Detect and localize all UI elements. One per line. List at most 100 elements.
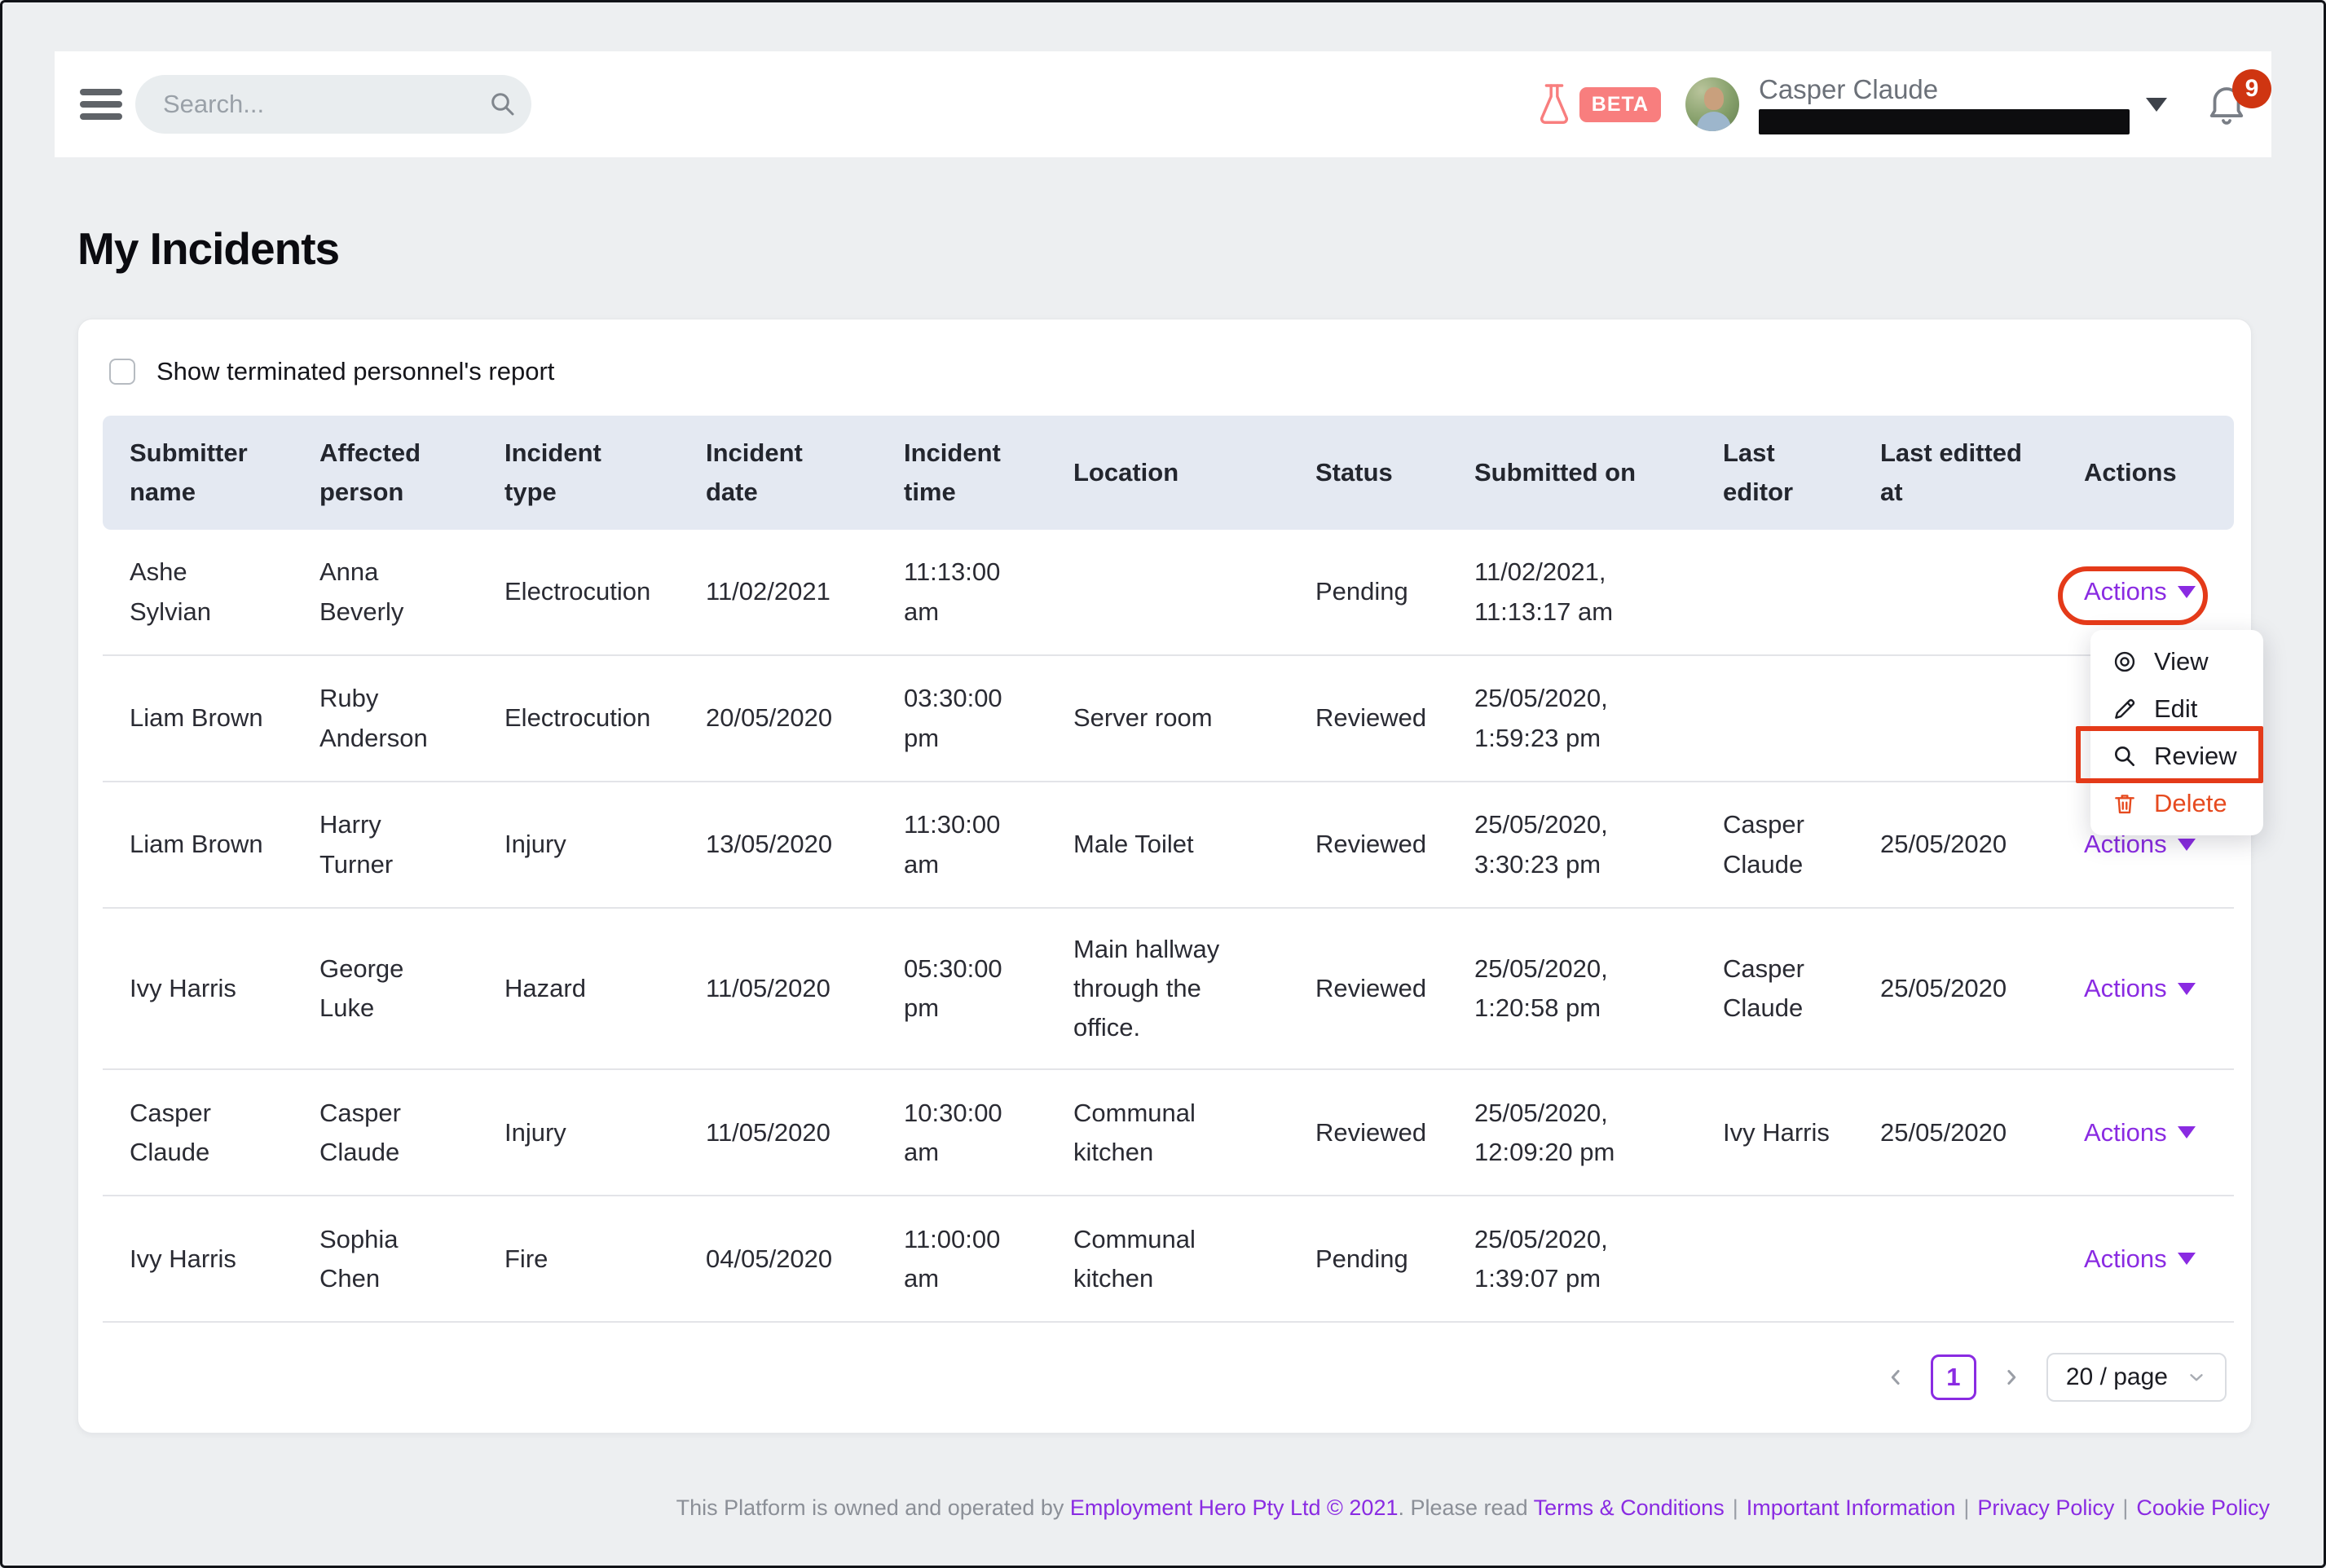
magnifier-icon <box>2112 743 2138 769</box>
row-actions-button[interactable]: Actions <box>2084 1240 2196 1279</box>
cell-actions: Actions <box>2084 948 2207 1029</box>
table-header-row: Submitter nameAffected personIncident ty… <box>103 416 2234 530</box>
menu-item-review[interactable]: Review <box>2090 733 2263 780</box>
cell-submitter-name: Ivy Harris <box>130 1218 319 1300</box>
cell-location: Male Toilet <box>1073 804 1315 885</box>
column-header-location: Location <box>1073 453 1315 492</box>
cell-submitted-on: 25/05/2020, 1:59:23 pm <box>1474 658 1723 778</box>
footer-company-link[interactable]: Employment Hero Pty Ltd © 2021 <box>1070 1495 1399 1520</box>
cell-location: Server room <box>1073 677 1315 759</box>
incidents-table: Submitter nameAffected personIncident ty… <box>103 416 2234 1323</box>
column-header-incident-type: Incident type <box>504 434 706 512</box>
notifications-button[interactable]: 9 <box>2205 81 2249 128</box>
menu-item-edit[interactable]: Edit <box>2090 685 2263 733</box>
cell-location: Main hallway through the office. <box>1073 909 1315 1068</box>
cell-submitter-name: Liam Brown <box>130 677 319 759</box>
search-input[interactable] <box>163 90 488 119</box>
page-footer: This Platform is owned and operated by E… <box>676 1495 2270 1521</box>
cell-last-edited-at: 25/05/2020 <box>1880 948 2084 1029</box>
column-header-incident-time: Incident time <box>904 434 1073 512</box>
cell-last-edited-at <box>1880 698 2084 740</box>
table-row: Ashe SylvianAnna BeverlyElectrocution11/… <box>103 530 2234 656</box>
cell-incident-date: 20/05/2020 <box>706 677 904 759</box>
show-terminated-checkbox[interactable] <box>109 359 135 385</box>
cell-incident-date: 11/02/2021 <box>706 551 904 632</box>
menu-item-delete[interactable]: Delete <box>2090 780 2263 827</box>
cell-incident-date: 11/05/2020 <box>706 948 904 1029</box>
cell-status: Reviewed <box>1315 1092 1474 1174</box>
cell-location: Communal kitchen <box>1073 1199 1315 1319</box>
cell-last-editor <box>1723 571 1880 614</box>
footer-link-privacy-policy[interactable]: Privacy Policy <box>1977 1495 2114 1520</box>
cell-submitter-name: Liam Brown <box>130 804 319 885</box>
table-row: Ivy HarrisSophia ChenFire04/05/202011:00… <box>103 1196 2234 1323</box>
show-terminated-label: Show terminated personnel's report <box>156 357 554 386</box>
cell-actions: Actions <box>2084 1092 2207 1174</box>
footer-link-cookie-policy[interactable]: Cookie Policy <box>2136 1495 2270 1520</box>
cell-incident-type: Electrocution <box>504 551 706 632</box>
column-header-last-edited-at: Last editted at <box>1880 434 2084 512</box>
cell-affected-person: Casper Claude <box>319 1072 504 1193</box>
eye-icon <box>2112 649 2138 675</box>
row-actions-button[interactable]: Actions <box>2084 572 2196 611</box>
chevron-down-icon <box>2186 1367 2207 1388</box>
cell-incident-time: 11:00:00 am <box>904 1199 1073 1319</box>
cell-incident-date: 11/05/2020 <box>706 1092 904 1174</box>
pagination: 1 20 / page <box>1883 1353 2227 1402</box>
footer-link-terms[interactable]: Terms & Conditions <box>1534 1495 1725 1520</box>
page-size-select[interactable]: 20 / page <box>2046 1353 2227 1402</box>
user-block: Casper Claude <box>1759 74 2130 134</box>
caret-down-icon <box>2178 839 2196 851</box>
cell-incident-type: Injury <box>504 1092 706 1174</box>
cell-last-editor: Casper Claude <box>1723 928 1880 1049</box>
column-header-status: Status <box>1315 453 1474 492</box>
beta-flask-icon[interactable] <box>1535 81 1573 128</box>
row-actions-button[interactable]: Actions <box>2084 969 2196 1008</box>
cell-affected-person: Ruby Anderson <box>319 658 504 778</box>
user-name: Casper Claude <box>1759 74 2130 105</box>
cell-incident-date: 13/05/2020 <box>706 804 904 885</box>
previous-page-button[interactable] <box>1883 1365 1908 1390</box>
column-header-incident-date: Incident date <box>706 434 904 512</box>
column-header-affected-person: Affected person <box>319 434 504 512</box>
trash-icon <box>2112 791 2138 817</box>
next-page-button[interactable] <box>1999 1365 2024 1390</box>
cell-incident-type: Hazard <box>504 948 706 1029</box>
menu-item-view[interactable]: View <box>2090 638 2263 685</box>
redacted-text-bar <box>1759 109 2130 134</box>
search-icon[interactable] <box>488 90 518 119</box>
footer-text: This Platform is owned and operated by <box>676 1495 1070 1520</box>
cell-status: Pending <box>1315 1218 1474 1300</box>
cell-last-editor: Casper Claude <box>1723 784 1880 905</box>
cell-incident-date: 04/05/2020 <box>706 1218 904 1300</box>
page-title: My Incidents <box>77 222 339 275</box>
cell-last-edited-at <box>1880 571 2084 614</box>
row-actions-button[interactable]: Actions <box>2084 1113 2196 1152</box>
menu-button[interactable] <box>80 89 122 120</box>
cell-submitter-name: Ivy Harris <box>130 948 319 1029</box>
cell-submitted-on: 25/05/2020, 12:09:20 pm <box>1474 1072 1723 1193</box>
footer-link-important-information[interactable]: Important Information <box>1747 1495 1956 1520</box>
cell-last-editor <box>1723 1238 1880 1280</box>
caret-down-icon <box>2178 983 2196 995</box>
cell-affected-person: Anna Beverly <box>319 531 504 652</box>
cell-actions: Actions <box>2084 1218 2207 1300</box>
cell-status: Reviewed <box>1315 677 1474 759</box>
cell-status: Pending <box>1315 551 1474 632</box>
table-row: Liam BrownHarry TurnerInjury13/05/202011… <box>103 782 2234 909</box>
screenshot-frame: BETA Casper Claude 9 My Incidents <box>0 0 2326 1568</box>
current-page-button[interactable]: 1 <box>1931 1354 1976 1400</box>
table-body: Ashe SylvianAnna BeverlyElectrocution11/… <box>103 530 2234 1323</box>
filter-row: Show terminated personnel's report <box>109 357 554 386</box>
profile-caret-icon[interactable] <box>2146 98 2167 112</box>
cell-affected-person: Sophia Chen <box>319 1199 504 1319</box>
appbar-right-cluster: BETA Casper Claude 9 <box>1535 74 2249 134</box>
cell-affected-person: George Luke <box>319 928 504 1049</box>
cell-incident-type: Injury <box>504 804 706 885</box>
cell-status: Reviewed <box>1315 804 1474 885</box>
incidents-card: Show terminated personnel's report Submi… <box>77 319 2252 1434</box>
caret-down-icon <box>2178 1126 2196 1139</box>
user-avatar[interactable] <box>1685 77 1739 131</box>
cell-incident-type: Fire <box>504 1218 706 1300</box>
cell-incident-time: 05:30:00 pm <box>904 928 1073 1049</box>
